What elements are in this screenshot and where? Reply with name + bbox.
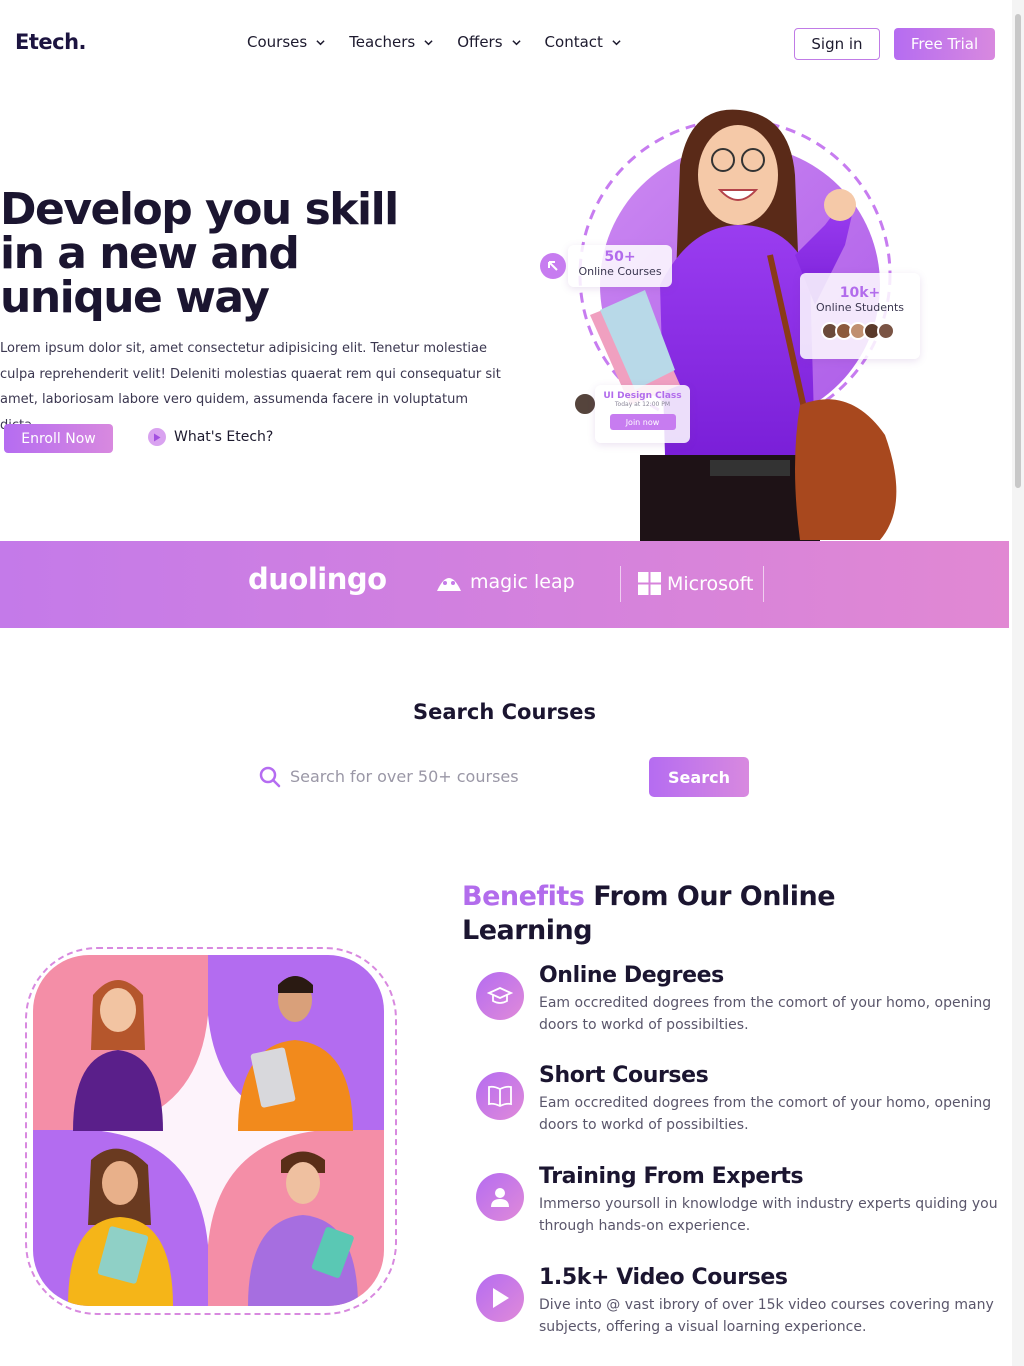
search-courses-title: Search Courses	[413, 700, 596, 724]
student-avatars	[800, 322, 920, 340]
benefit-description: Eam occredited dogrees from the comort o…	[539, 995, 992, 1033]
benefits-title-accent: Benefits	[462, 881, 585, 912]
hero-title-line: unique way	[0, 272, 270, 323]
online-courses-card: 50+ Online Courses	[568, 245, 672, 287]
windows-icon	[638, 572, 661, 595]
hero-description: Lorem ipsum dolor sit, amet consectetur …	[0, 341, 501, 433]
nav-courses[interactable]: Courses	[247, 33, 325, 51]
nav-offers[interactable]: Offers	[457, 33, 521, 51]
nav-contact[interactable]: Contact	[545, 33, 621, 51]
chevron-down-icon	[511, 39, 521, 45]
user-icon	[476, 1173, 524, 1221]
benefit-description: Eam occredited dogrees from the comort o…	[539, 1095, 992, 1133]
arrow-up-left-icon	[540, 253, 566, 279]
search-icon	[258, 765, 282, 793]
hero-title-line: in a new and	[0, 228, 300, 279]
magic-leap-logo: magic leap	[434, 571, 575, 593]
microsoft-logo: Microsoft	[638, 572, 753, 595]
benefit-title: Short Courses	[539, 1063, 709, 1088]
benefit-title: 1.5k+ Video Courses	[539, 1265, 788, 1290]
search-button[interactable]: Search	[649, 757, 749, 797]
magic-leap-icon	[437, 578, 461, 591]
whats-etech-link[interactable]: What's Etech?	[148, 428, 273, 446]
sign-in-button[interactable]: Sign in	[794, 28, 880, 60]
benefit-text: 1.5k+ Video Courses Dive into @ vast ibr…	[539, 1264, 999, 1338]
nav-courses-label: Courses	[247, 33, 308, 51]
nav-teachers[interactable]: Teachers	[349, 33, 433, 51]
play-circle-icon	[148, 428, 166, 446]
benefits-title: Benefits From Our Online Learning	[462, 880, 882, 948]
benefit-text: Online Degrees Eam occredited dogrees fr…	[539, 962, 999, 1036]
whats-etech-label: What's Etech?	[174, 429, 274, 445]
students-collage	[33, 955, 384, 1306]
class-time: Today at 12:00 PM	[614, 401, 671, 408]
avatar	[573, 392, 597, 416]
chevron-down-icon	[612, 39, 621, 45]
graduation-cap-icon	[476, 972, 524, 1020]
students-photo-grid	[33, 955, 384, 1306]
chevron-down-icon	[316, 39, 325, 45]
students-count: 10k+	[839, 285, 881, 301]
benefit-short-courses: Short Courses Eam occredited dogrees fro…	[476, 1062, 1006, 1136]
ui-design-class-card: UI Design Class Today at 12:00 PM Join n…	[595, 385, 690, 443]
benefit-video-courses: 1.5k+ Video Courses Dive into @ vast ibr…	[476, 1264, 1006, 1338]
duolingo-logo: duolingo	[248, 562, 387, 596]
hero-title: Develop you skill in a new and unique wa…	[0, 188, 420, 320]
hero-illustration: 50+ Online Courses 10k+ Online Students …	[540, 105, 960, 542]
courses-label: Online Courses	[578, 265, 662, 278]
scrollbar-thumb[interactable]	[1015, 14, 1021, 488]
free-trial-button[interactable]: Free Trial	[894, 28, 995, 60]
divider	[763, 566, 764, 602]
magic-leap-label: magic leap	[470, 571, 575, 593]
online-students-card: 10k+ Online Students	[800, 273, 920, 359]
nav-teachers-label: Teachers	[349, 33, 416, 51]
class-title: UI Design Class	[603, 391, 682, 401]
benefit-online-degrees: Online Degrees Eam occredited dogrees fr…	[476, 962, 1006, 1036]
divider	[620, 566, 621, 602]
brand-logo[interactable]: Etech.	[15, 30, 87, 54]
avatar	[877, 322, 895, 340]
students-label: Online Students	[815, 301, 904, 314]
courses-count: 50+	[604, 249, 636, 265]
play-icon	[476, 1274, 524, 1322]
benefit-text: Short Courses Eam occredited dogrees fro…	[539, 1062, 999, 1136]
chevron-down-icon	[424, 39, 433, 45]
benefit-description: Immerso yoursoll in knowlodge with indus…	[539, 1196, 998, 1234]
nav-offers-label: Offers	[457, 33, 503, 51]
main-nav: Courses Teachers Offers Contact	[247, 33, 645, 51]
join-now-button[interactable]: Join now	[609, 414, 676, 430]
microsoft-label: Microsoft	[667, 572, 754, 595]
benefit-text: Training From Experts Immerso yoursoll i…	[539, 1163, 999, 1237]
enroll-now-button[interactable]: Enroll Now	[4, 424, 113, 453]
search-input[interactable]	[290, 761, 630, 791]
book-icon	[476, 1072, 524, 1120]
benefit-description: Dive into @ vast ibrory of over 15k vide…	[539, 1297, 994, 1335]
benefit-title: Online Degrees	[539, 963, 724, 988]
nav-contact-label: Contact	[544, 33, 603, 51]
hero-title-line: Develop you skill	[0, 184, 399, 235]
benefit-training-experts: Training From Experts Immerso yoursoll i…	[476, 1163, 1006, 1237]
benefit-title: Training From Experts	[539, 1164, 804, 1189]
